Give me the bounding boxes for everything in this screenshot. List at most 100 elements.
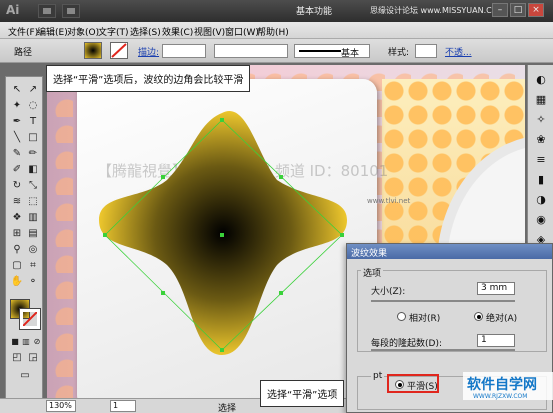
lasso-tool-icon[interactable]: ◌ [26,99,40,112]
size-label: 大小(Z): [371,287,406,297]
current-tool-status: 选择 [218,404,237,413]
transparency-panel-icon[interactable]: ◑ [534,193,548,207]
menu-view[interactable]: 视图(V) [194,25,225,38]
toolbox: ↖ ↗ ✦ ◌ ✒ T ╲ □ ✎ ✏ ✐ ◧ ↻ ⤡ ≋ ⬚ ❖ ▥ ⊞ ▤ … [5,76,43,408]
callout-bottom: 选择“平滑”选项 [260,380,345,407]
stroke-label[interactable]: 描边: [138,45,159,58]
selection-tool-icon[interactable]: ↖ [10,83,24,96]
stroke-color-box[interactable] [19,308,41,330]
center-point [220,233,224,237]
scale-tool-icon[interactable]: ⤡ [26,179,40,192]
absolute-label: 绝对(A) [486,314,518,324]
dialog-title: 波纹效果 [347,244,552,259]
graph-tool-icon[interactable]: ▥ [26,211,40,224]
pen-tool-icon[interactable]: ✒ [10,115,24,128]
variable-width-select[interactable] [214,44,288,58]
anchor-point-bl[interactable] [161,291,165,295]
anchor-point-right[interactable] [340,233,344,237]
graphic-style-select[interactable] [415,44,437,58]
minimize-button[interactable]: – [492,3,508,17]
stroke-swatch[interactable] [110,42,128,59]
anchor-point-tl[interactable] [161,175,165,179]
paintbrush-tool-icon[interactable]: ✎ [10,147,24,160]
anchor-point-br[interactable] [279,291,283,295]
gradient-panel-icon[interactable]: ▮ [534,173,548,187]
maximize-button[interactable]: □ [510,3,526,17]
rectangle-tool-icon[interactable]: □ [26,131,40,144]
color-panel-icon[interactable]: ◐ [534,73,548,87]
ridges-input[interactable]: 1 [477,334,515,347]
blob-brush-tool-icon[interactable]: ✐ [10,163,24,176]
slice-tool-icon[interactable]: ⌗ [26,259,40,272]
free-transform-tool-icon[interactable]: ⬚ [26,195,40,208]
options-group-label: 选项 [361,266,384,279]
anchor-point-top[interactable] [220,118,224,122]
zoom-field[interactable]: 130% [46,400,76,412]
no-stroke-icon [111,43,127,58]
zoom-tool-icon[interactable]: ⚬ [26,275,40,288]
swatches-panel-icon[interactable]: ▦ [534,93,548,107]
anchor-point-tr[interactable] [279,175,283,179]
appearance-panel-icon[interactable]: ◉ [534,213,548,227]
direct-selection-tool-icon[interactable]: ↗ [26,83,40,96]
draw-normal-icon[interactable]: ◰ [10,351,24,364]
fill-swatch[interactable] [84,42,102,59]
menu-effect[interactable]: 效果(C) [162,25,193,38]
size-input[interactable]: 3 mm [477,282,515,295]
hand-tool-icon[interactable]: ✋ [10,275,24,288]
menu-type[interactable]: 文字(T) [98,25,129,38]
artboard-tool-icon[interactable]: ▢ [10,259,24,272]
arrange-documents-button[interactable] [62,4,80,18]
symbol-sprayer-tool-icon[interactable]: ❖ [10,211,24,224]
menu-select[interactable]: 选择(S) [130,25,161,38]
brush-name: 基本 [341,49,360,59]
ridges-label: 每段的隆起数(D): [371,339,442,349]
line-tool-icon[interactable]: ╲ [10,131,24,144]
app-logo: Ai [6,3,20,17]
absolute-radio[interactable] [474,312,483,321]
watermark-text: 思缘设计论坛 www.MISSYUAN.COM [370,6,505,15]
menu-help[interactable]: 帮助(H) [257,25,289,38]
ridges-slider[interactable] [371,349,515,351]
gradient-tool-icon[interactable]: ▤ [26,227,40,240]
close-button[interactable]: × [528,3,544,17]
callout-top: 选择“平滑”选项后，波纹的边角会比较平滑 [46,65,251,92]
screen-mode-icon[interactable]: ▭ [18,369,32,382]
opacity-link[interactable]: 不透... [445,45,472,58]
draw-behind-icon[interactable]: ◲ [26,351,40,364]
rotate-tool-icon[interactable]: ↻ [10,179,24,192]
none-mode-icon[interactable]: ⊘ [30,335,44,348]
brushes-panel-icon[interactable]: ✧ [534,113,548,127]
site-logo-text: 软件自学网 [467,376,537,393]
site-logo: 软件自学网 WWW.RJZXW.COM [463,372,553,400]
menu-window[interactable]: 窗口(W) [225,25,259,38]
pencil-tool-icon[interactable]: ✏ [26,147,40,160]
relative-label: 相对(R) [409,314,441,324]
blend-tool-icon[interactable]: ◎ [26,243,40,256]
type-tool-icon[interactable]: T [26,115,40,128]
style-label: 样式: [388,48,410,58]
symbols-panel-icon[interactable]: ❀ [534,133,548,147]
control-bar: 路径 描边: 基本 样式: 不透... [0,39,553,63]
stroke-line-icon [299,50,341,52]
mesh-tool-icon[interactable]: ⊞ [10,227,24,240]
relative-radio[interactable] [397,312,406,321]
artboard-number-field[interactable]: 1 [110,400,136,412]
menu-file[interactable]: 文件(F) [8,25,38,38]
stroke-panel-icon[interactable]: ≡ [534,153,548,167]
anchor-point-left[interactable] [103,233,107,237]
menu-object[interactable]: 对象(O) [67,25,99,38]
warp-tool-icon[interactable]: ≋ [10,195,24,208]
object-type-label: 路径 [14,48,33,58]
menu-edit[interactable]: 编辑(E) [37,25,68,38]
bridge-button[interactable] [38,4,56,18]
menu-bar: 文件(F) 编辑(E) 对象(O) 文字(T) 选择(S) 效果(C) 视图(V… [0,22,553,39]
eyedropper-tool-icon[interactable]: ⚲ [10,243,24,256]
stroke-weight-select[interactable] [162,44,206,58]
brush-definition-select[interactable]: 基本 [294,44,370,59]
magic-wand-tool-icon[interactable]: ✦ [10,99,24,112]
eraser-tool-icon[interactable]: ◧ [26,163,40,176]
anchor-point-bottom[interactable] [220,348,224,352]
workspace-switcher[interactable]: 基本功能 [296,4,332,17]
size-slider[interactable] [371,300,515,302]
